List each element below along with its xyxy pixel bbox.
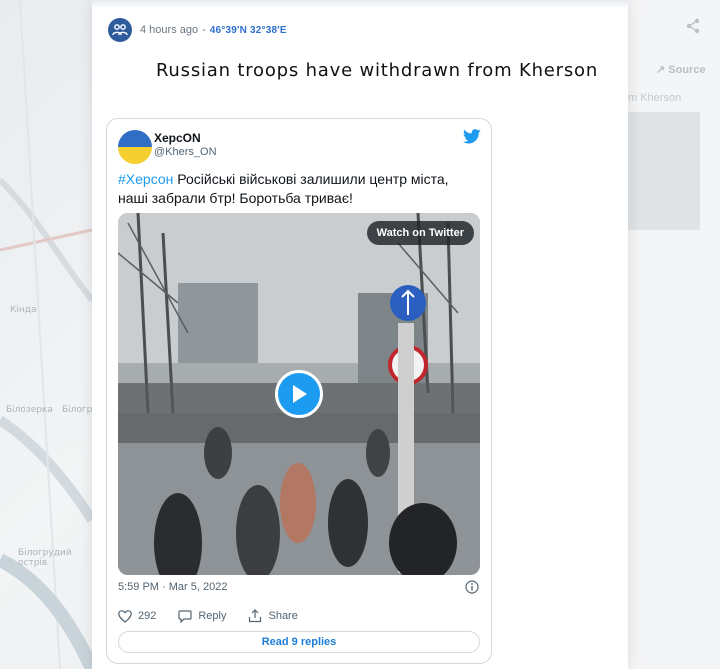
tweet-author-name[interactable]: ХерсON bbox=[154, 131, 201, 145]
map-label: Бiлогрудий острiв bbox=[18, 548, 72, 568]
meta-separator: - bbox=[202, 24, 206, 36]
avatar[interactable] bbox=[118, 130, 152, 164]
people-icon bbox=[108, 18, 132, 42]
share-label: Share bbox=[268, 610, 298, 622]
ghost-source-link: ↗ Source bbox=[656, 63, 706, 76]
share-upload-icon bbox=[249, 609, 262, 623]
post-time: 4 hours ago bbox=[140, 24, 199, 36]
play-icon[interactable] bbox=[275, 370, 323, 418]
reply-button[interactable]: Reply bbox=[178, 609, 227, 623]
share-button[interactable]: Share bbox=[248, 609, 298, 623]
like-button[interactable]: 292 bbox=[118, 609, 157, 623]
tweet-author-handle[interactable]: @Khers_ON bbox=[154, 146, 217, 158]
share-icon[interactable] bbox=[686, 18, 700, 39]
post-meta: 4 hours ago - 46°39′N 32°38′E bbox=[108, 18, 287, 42]
tweet-text: #Херсон Російські військові залишили цен… bbox=[118, 170, 478, 208]
watch-on-twitter-button[interactable]: Watch on Twitter bbox=[366, 221, 474, 245]
heart-icon bbox=[118, 609, 132, 623]
tweet-actions: 292 Reply Share bbox=[118, 609, 320, 623]
tweet-date[interactable]: 5:59 PM · Mar 5, 2022 bbox=[118, 581, 227, 593]
twitter-bird-icon[interactable] bbox=[462, 129, 481, 149]
map-label: Кінда bbox=[10, 305, 37, 315]
reply-icon bbox=[178, 609, 192, 623]
post-coordinates[interactable]: 46°39′N 32°38′E bbox=[210, 25, 287, 36]
like-count: 292 bbox=[138, 610, 157, 622]
read-replies-button[interactable]: Read 9 replies bbox=[118, 631, 480, 653]
tweet-embed[interactable]: ХерсON @Khers_ON #Херсон Російські війсь… bbox=[106, 118, 492, 664]
video-thumbnail[interactable]: Watch on Twitter bbox=[118, 213, 480, 575]
tweet-hashtag[interactable]: #Херсон bbox=[118, 171, 173, 187]
ghost-title-text: m Kherson bbox=[628, 92, 682, 104]
ghost-source-label: Source bbox=[668, 64, 706, 76]
page-title: Russian troops have withdrawn from Khers… bbox=[155, 60, 599, 81]
info-icon[interactable] bbox=[465, 580, 479, 599]
ghost-image bbox=[628, 112, 700, 230]
card-top-shadow bbox=[92, 0, 628, 8]
reply-label: Reply bbox=[198, 610, 227, 622]
map-label: Білозерка bbox=[6, 405, 53, 415]
